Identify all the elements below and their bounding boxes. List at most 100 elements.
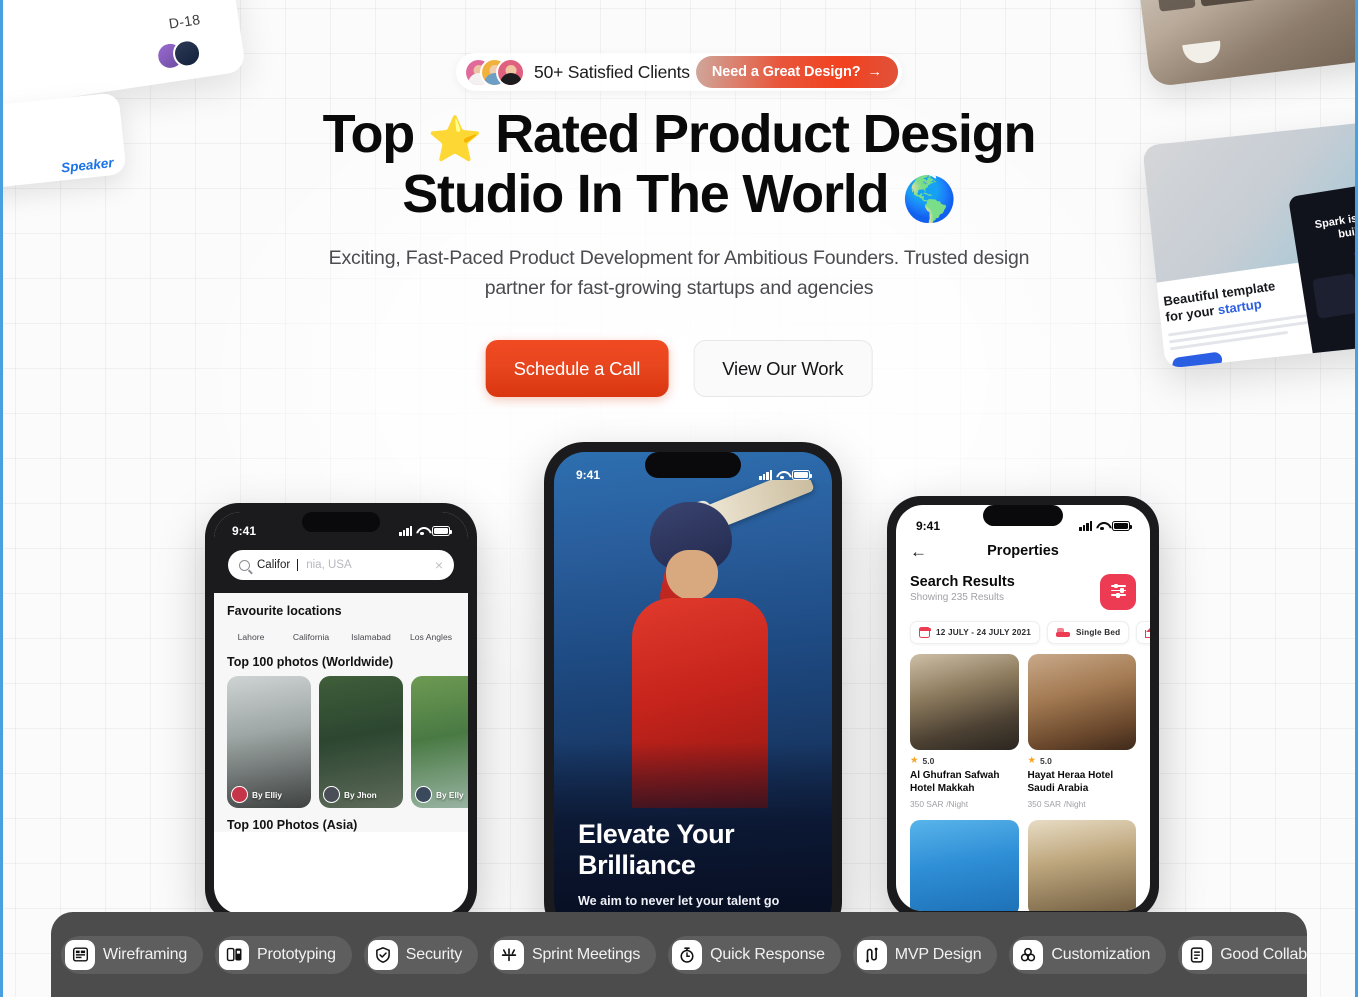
search-results-count: Showing 235 Results (910, 592, 1004, 603)
feature-chip-wireframing[interactable]: Wireframing (61, 935, 204, 974)
favourite-locations-list: Lahore California Islamabad Los Angles (227, 627, 455, 642)
price-period: /Night (946, 799, 969, 809)
wireframe-icon (65, 939, 95, 970)
feature-chip-sprint-meetings[interactable]: Sprint Meetings (490, 935, 657, 974)
top-photos-worldwide-heading: Top 100 photos (Worldwide) (227, 655, 394, 669)
filter-chip-type[interactable] (1136, 621, 1150, 644)
filter-chip-dates[interactable]: 12 JULY - 24 JULY 2021 (910, 621, 1040, 644)
face-shape (666, 550, 718, 600)
phone-screen-talent: 9:41 Elevate Your Brilliance We aim to n… (554, 452, 832, 932)
photo-grid: By Elliy By Jhon By Elly (227, 676, 468, 808)
list-item[interactable]: Islamabad (347, 627, 395, 642)
location-name: Islamabad (351, 632, 391, 642)
hotel-card[interactable] (1027, 820, 1136, 911)
decor-file-card-avatars (154, 37, 203, 72)
filter-chip-label: 12 JULY - 24 JULY 2021 (936, 628, 1031, 637)
calendar-icon (918, 627, 931, 638)
search-icon (239, 559, 250, 571)
photo-author-name: By Jhon (344, 789, 377, 800)
phone-mockup-properties: 9:41 ← Properties Search Results Showing… (887, 496, 1159, 920)
feature-chip-label: MVP Design (894, 945, 982, 963)
photo-card[interactable]: By Jhon (319, 676, 403, 808)
hero-cta-row: Schedule a Call View Our Work (485, 340, 873, 397)
filter-chip-bed[interactable]: Single Bed (1046, 621, 1130, 644)
phone-notch (645, 452, 741, 478)
decor-cup-shape (1182, 40, 1223, 66)
need-a-great-design-button[interactable]: Need a Great Design? → (695, 56, 898, 88)
photo-card[interactable]: By Elliy (227, 676, 311, 808)
feature-chip-quick-response[interactable]: Quick Response (668, 935, 841, 974)
feature-chip-good-collaboration[interactable]: Good Collaboration (1178, 935, 1307, 974)
properties-navbar: ← Properties (896, 538, 1150, 564)
signal-icon (759, 470, 772, 480)
avatar (496, 57, 526, 87)
photo-author: By Elly (415, 786, 464, 803)
talent-headline: Elevate Your Brilliance (578, 819, 735, 880)
hotel-card[interactable]: ★ 5.0 Al Ghufran Safwah Hotel Makkah 350… (910, 654, 1019, 810)
search-input-value: Califor (257, 559, 291, 571)
phone-screen-travel: 9:41 Califor nia, USA × Favourite locati… (214, 512, 468, 914)
decor-dark-button (1353, 241, 1355, 262)
hotel-photo (910, 820, 1019, 911)
travel-body: Favourite locations Lahore California Is… (214, 593, 468, 832)
sprint-icon (494, 939, 524, 970)
phone-notch (302, 512, 380, 532)
headline-part-1: Top (322, 104, 428, 164)
phone-mockup-travel: 9:41 Califor nia, USA × Favourite locati… (205, 503, 477, 923)
price-period: /Night (1063, 799, 1086, 809)
list-item[interactable]: Lahore (227, 627, 275, 642)
wifi-icon (416, 527, 428, 536)
arrow-right-icon: → (867, 64, 883, 80)
feature-chip-label: Security (405, 945, 462, 963)
location-name: Los Angles (409, 632, 453, 642)
phone-screen-properties: 9:41 ← Properties Search Results Showing… (896, 505, 1150, 911)
satisfied-clients-label: 50+ Satisfied Clients (534, 61, 690, 82)
rating-value: 5.0 (922, 756, 935, 766)
price-amount: 350 SAR (910, 799, 944, 809)
customization-icon (1013, 939, 1044, 970)
photo-author: By Elliy (231, 786, 282, 803)
search-results-text-block: Search Results Showing 235 Results (910, 574, 1015, 603)
list-item[interactable]: California (287, 627, 335, 642)
hotel-card[interactable] (910, 820, 1019, 911)
status-time: 9:41 (232, 524, 257, 538)
filter-button[interactable] (1100, 574, 1136, 610)
bed-icon (1055, 628, 1070, 637)
wifi-icon (776, 471, 788, 480)
schedule-a-call-button[interactable]: Schedule a Call (485, 340, 669, 397)
feature-chip-mvp-design[interactable]: MVP Design (852, 935, 998, 974)
location-name: California (292, 632, 330, 642)
battery-icon (1112, 521, 1132, 531)
document-icon (1182, 939, 1213, 970)
hotel-card-row: ★ 5.0 Al Ghufran Safwah Hotel Makkah 350… (896, 644, 1150, 810)
search-input[interactable]: Califor nia, USA × (228, 550, 454, 580)
feature-chip-label: Quick Response (710, 945, 825, 963)
filter-chip-label: Single Bed (1075, 628, 1121, 637)
sliders-icon (1110, 583, 1126, 599)
feature-chip-security[interactable]: Security (363, 935, 478, 974)
photo-card[interactable]: By Elly (411, 676, 468, 808)
headline-part-3: Studio In The World (402, 164, 903, 225)
wifi-icon (1096, 522, 1108, 531)
hotel-card[interactable]: ★ 5.0 Hayat Heraa Hotel Saudi Arabia 350… (1027, 654, 1136, 810)
filter-chips-row: 12 JULY - 24 JULY 2021 Single Bed (896, 610, 1150, 644)
page-root: ts 0 files D-18 GITEX GLOBAL Speaker Bea… (0, 0, 1358, 997)
location-name: Lahore (237, 632, 265, 642)
battery-icon (432, 526, 452, 536)
properties-title: Properties (987, 543, 1059, 559)
feature-chip-label: Wireframing (103, 945, 188, 963)
star-icon: ★ (1027, 755, 1037, 767)
phone-mockup-talent: 9:41 Elevate Your Brilliance We aim to n… (544, 442, 842, 942)
decor-shape (1193, 0, 1258, 7)
status-time: 9:41 (576, 468, 601, 482)
clear-icon[interactable]: × (435, 558, 443, 572)
photo-author-name: By Elliy (252, 789, 282, 800)
feature-chip-customization[interactable]: Customization (1009, 935, 1167, 974)
list-item[interactable]: Los Angles (407, 627, 455, 642)
social-proof-badge: 50+ Satisfied Clients Need a Great Desig… (456, 53, 902, 91)
hotel-photo (910, 654, 1019, 750)
feature-chip-prototyping[interactable]: Prototyping (215, 935, 352, 974)
rating-value: 5.0 (1040, 756, 1052, 766)
view-our-work-button[interactable]: View Our Work (693, 340, 873, 397)
mvp-icon (856, 939, 887, 970)
